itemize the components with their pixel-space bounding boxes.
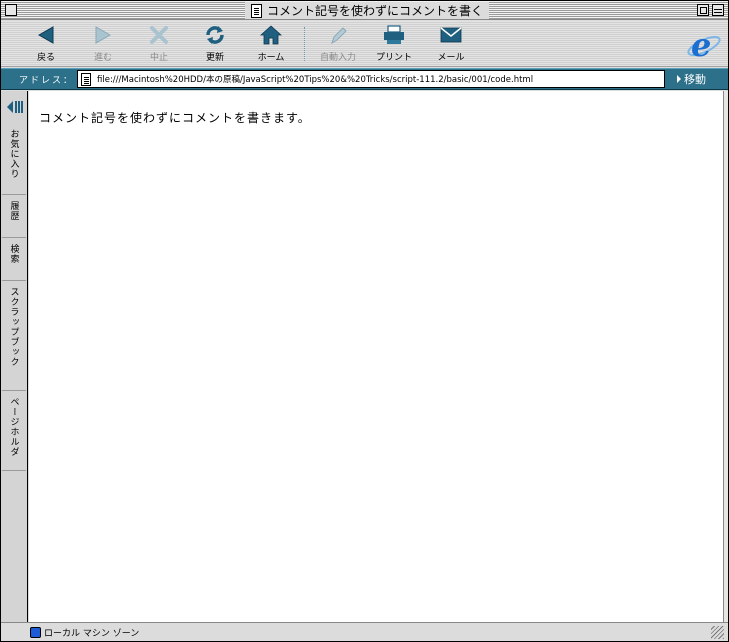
mail-icon bbox=[437, 23, 465, 47]
refresh-icon bbox=[201, 23, 229, 47]
home-label: ホーム bbox=[257, 53, 285, 63]
window-title-area: コメント記号を使わずにコメントを書く bbox=[245, 2, 490, 19]
vertical-scrollbar[interactable] bbox=[723, 91, 728, 622]
tab-favorites-label: お気に入り bbox=[8, 129, 19, 179]
go-arrow-icon bbox=[677, 75, 681, 83]
computer-zone-icon bbox=[30, 627, 41, 638]
go-button[interactable]: 移動 bbox=[677, 71, 725, 87]
print-label: プリント bbox=[375, 53, 412, 63]
autofill-pen-icon bbox=[324, 23, 352, 47]
printer-icon bbox=[380, 23, 408, 47]
tab-history[interactable]: 履歴 bbox=[2, 195, 26, 238]
close-box[interactable] bbox=[5, 4, 17, 16]
toolbar-divider bbox=[304, 27, 305, 61]
resize-grip-icon[interactable] bbox=[711, 626, 724, 639]
back-button[interactable]: 戻る bbox=[18, 23, 74, 65]
refresh-label: 更新 bbox=[205, 53, 224, 63]
mail-button[interactable]: メール bbox=[423, 23, 479, 65]
back-arrow-icon bbox=[32, 23, 60, 47]
svg-text:e: e bbox=[691, 26, 711, 64]
tab-page-holder[interactable]: ページホルダ bbox=[2, 391, 26, 471]
window-title: コメント記号を使わずにコメントを書く bbox=[267, 4, 484, 18]
internet-explorer-logo-icon[interactable]: e bbox=[685, 24, 723, 64]
autofill-label: 自動入力 bbox=[319, 53, 356, 63]
autofill-button[interactable]: 自動入力 bbox=[310, 23, 366, 65]
tab-search-label: 検索 bbox=[8, 244, 19, 264]
tab-scrapbook-label: スクラップブック bbox=[8, 287, 19, 367]
browser-window: コメント記号を使わずにコメントを書く 戻る 進む 中止 更新 ホーム 自動入力 … bbox=[0, 0, 729, 642]
explorer-bar-toggle[interactable] bbox=[5, 99, 25, 115]
title-bar[interactable]: コメント記号を使わずにコメントを書く bbox=[1, 1, 728, 20]
forward-label: 進む bbox=[93, 53, 112, 63]
collapse-arrow-icon bbox=[7, 101, 23, 113]
print-button[interactable]: プリント bbox=[366, 23, 422, 65]
forward-button[interactable]: 進む bbox=[75, 23, 131, 65]
security-zone: ローカル マシン ゾーン bbox=[30, 626, 139, 639]
stop-label: 中止 bbox=[149, 53, 168, 63]
tab-history-label: 履歴 bbox=[8, 201, 19, 221]
tab-favorites[interactable]: お気に入り bbox=[2, 123, 26, 195]
mail-label: メール bbox=[437, 53, 465, 63]
address-label: アドレス： bbox=[19, 76, 75, 86]
stop-x-icon bbox=[145, 23, 173, 47]
home-icon bbox=[257, 23, 285, 47]
toolbar: 戻る 進む 中止 更新 ホーム 自動入力 プリント メール e bbox=[1, 21, 728, 67]
status-bar: ローカル マシン ゾーン bbox=[1, 622, 728, 641]
page-body-text: コメント記号を使わずにコメントを書きます。 bbox=[39, 111, 311, 125]
tab-page-holder-label: ページホルダ bbox=[8, 397, 19, 457]
zoom-box[interactable] bbox=[697, 4, 709, 16]
forward-arrow-icon bbox=[89, 23, 117, 47]
explorer-bar-tabs: お気に入り 履歴 検索 スクラップブック ページホルダ bbox=[1, 91, 28, 622]
go-label: 移動 bbox=[684, 73, 706, 86]
page-content: コメント記号を使わずにコメントを書きます。 bbox=[29, 91, 723, 622]
tab-search[interactable]: 検索 bbox=[2, 238, 26, 281]
page-document-icon[interactable] bbox=[81, 72, 91, 86]
back-label: 戻る bbox=[36, 53, 55, 63]
home-button[interactable]: ホーム bbox=[243, 23, 299, 65]
document-icon bbox=[251, 3, 262, 18]
zone-label: ローカル マシン ゾーン bbox=[44, 629, 140, 639]
collapse-box[interactable] bbox=[712, 4, 724, 16]
address-bar: アドレス： 移動 bbox=[1, 68, 728, 90]
address-field[interactable] bbox=[77, 70, 665, 88]
refresh-button[interactable]: 更新 bbox=[187, 23, 243, 65]
stop-button[interactable]: 中止 bbox=[131, 23, 187, 65]
address-input[interactable] bbox=[97, 74, 657, 84]
tab-scrapbook[interactable]: スクラップブック bbox=[2, 281, 26, 391]
